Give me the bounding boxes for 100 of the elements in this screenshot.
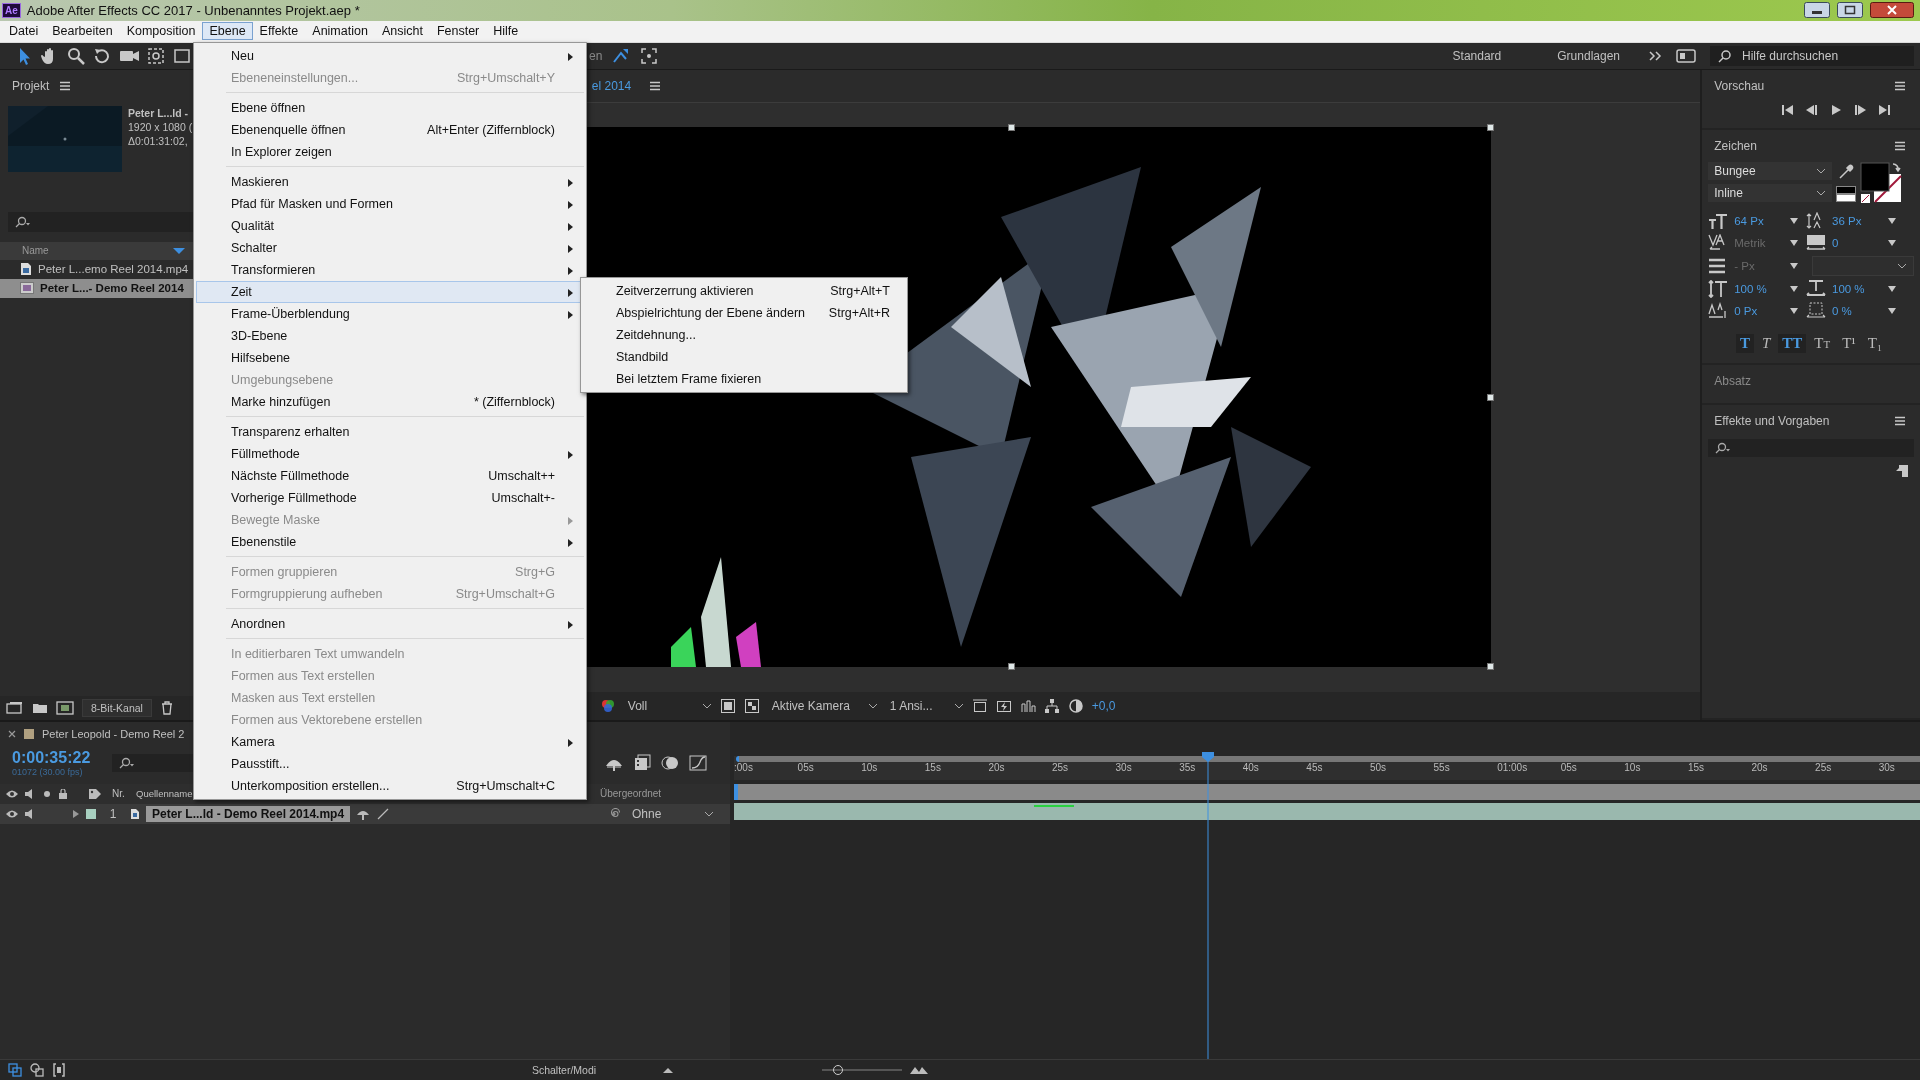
column-header[interactable]: Name <box>22 245 49 257</box>
panel-icon[interactable] <box>1676 48 1696 63</box>
panel-title[interactable]: Projekt <box>12 78 50 93</box>
dropdown-arrow-icon[interactable] <box>1790 239 1799 246</box>
menu-item[interactable]: Kamera <box>196 731 584 753</box>
text-format-button[interactable]: Tt <box>1810 333 1835 353</box>
frame-blending-icon[interactable] <box>632 754 652 772</box>
menu-bar-item[interactable]: Bearbeiten <box>45 22 120 41</box>
current-time[interactable]: 0:00:35:22 <box>12 749 112 767</box>
menu-item[interactable]: Anordnen <box>196 613 584 635</box>
trash-icon[interactable] <box>159 701 174 715</box>
timeline-tab[interactable]: Peter Leopold - Demo Reel 2 <box>42 728 185 740</box>
chevron-icon[interactable] <box>1648 49 1662 62</box>
chevron-down-icon[interactable] <box>867 703 878 709</box>
zoom-out-icon[interactable] <box>662 1066 674 1074</box>
zoom-icon[interactable] <box>66 45 86 66</box>
panel-title[interactable]: Effekte und Vorgaben <box>1714 413 1830 428</box>
font-style-dropdown[interactable]: Inline <box>1714 185 1743 200</box>
fast-preview-icon[interactable] <box>995 698 1012 714</box>
views-dropdown[interactable]: 1 Ansi... <box>885 697 946 715</box>
chart-icon[interactable] <box>1019 698 1036 714</box>
menu-bar-item[interactable]: Fenster <box>429 22 487 41</box>
last-frame-icon[interactable] <box>1877 103 1892 116</box>
parent-dropdown[interactable]: Ohne <box>626 807 698 821</box>
menu-item[interactable]: Frame-Überblendung <box>196 303 584 325</box>
help-search-field[interactable]: Hilfe durchsuchen <box>1710 45 1914 66</box>
chevron-down-icon[interactable] <box>953 703 964 709</box>
menu-item[interactable]: Zeitdehnung... <box>583 324 905 346</box>
resolution-dropdown[interactable]: Voll <box>623 697 694 715</box>
quality-slash-icon[interactable] <box>376 808 391 820</box>
solo-icon[interactable] <box>42 789 52 799</box>
close-icon[interactable] <box>1870 2 1914 19</box>
search-input[interactable]: Hilfe durchsuchen <box>1738 46 1910 65</box>
menu-icon[interactable] <box>1894 140 1906 151</box>
menu-item[interactable]: In Explorer zeigen <box>196 141 584 163</box>
dropdown-arrow-icon[interactable] <box>1888 239 1896 246</box>
chevron-down-icon[interactable] <box>704 811 714 817</box>
eyedropper-icon[interactable] <box>1838 163 1855 180</box>
bit-depth-button[interactable]: 8-Bit-Kanal <box>82 699 152 717</box>
project-item[interactable]: Peter L...- Demo Reel 2014 <box>0 278 193 298</box>
parameter-value[interactable]: 100 % <box>1832 282 1882 295</box>
panel-title[interactable]: Vorschau <box>1714 78 1765 93</box>
camera-dropdown[interactable]: Aktive Kamera <box>767 697 860 715</box>
dropdown-arrow-icon[interactable] <box>1790 307 1799 314</box>
menu-item[interactable]: Transparenz erhalten <box>196 421 584 443</box>
transform-handle[interactable] <box>1486 394 1494 402</box>
menu-bar-item[interactable]: Ansicht <box>374 22 430 41</box>
parameter-value[interactable]: 100 % <box>1734 282 1785 295</box>
composition-tab[interactable]: el 2014 <box>591 78 632 93</box>
chevron-down-icon[interactable] <box>1816 189 1827 196</box>
folder-icon[interactable] <box>32 701 48 715</box>
menu-item[interactable]: 3D-Ebene <box>196 325 584 347</box>
interpret-footage-icon[interactable] <box>6 701 24 715</box>
switches-modes-toggle[interactable]: Schalter/Modi <box>474 1064 654 1076</box>
graph-editor-icon[interactable] <box>688 754 708 772</box>
menu-item[interactable]: Qualität <box>196 215 584 237</box>
menu-item[interactable]: Unterkomposition erstellen... Strg+Umschalt+C <box>196 775 584 797</box>
dropdown-arrow-icon[interactable] <box>1888 307 1896 314</box>
text-format-button[interactable]: TT <box>1778 333 1807 353</box>
flowchart-icon[interactable] <box>1043 698 1060 714</box>
exposure-icon[interactable] <box>1067 698 1084 714</box>
parameter-value[interactable]: 64 Px <box>1734 214 1785 227</box>
transform-handle[interactable] <box>1486 663 1494 671</box>
pick-whip-icon[interactable] <box>608 808 620 820</box>
minimize-icon[interactable] <box>1804 2 1830 19</box>
eye-icon[interactable] <box>6 809 18 819</box>
menu-icon[interactable] <box>59 80 72 91</box>
menu-item[interactable]: Ebenenstile <box>196 531 584 553</box>
new-preset-icon[interactable] <box>1896 464 1908 477</box>
column-header[interactable]: Nr. <box>112 788 130 800</box>
text-format-button[interactable]: T¹ <box>1838 333 1860 353</box>
text-format-button[interactable]: T <box>1757 333 1775 353</box>
menu-item[interactable]: Schalter <box>196 237 584 259</box>
menu-item[interactable]: Transformieren <box>196 259 584 281</box>
menu-bar-item[interactable]: Datei <box>2 22 46 41</box>
menu-bar-item[interactable]: Hilfe <box>486 22 526 41</box>
menu-icon[interactable] <box>1894 80 1906 91</box>
transparency-grid-icon[interactable] <box>743 698 760 714</box>
next-frame-icon[interactable] <box>1853 103 1868 116</box>
menu-bar-item[interactable]: Animation <box>305 22 375 41</box>
column-header[interactable]: Übergeordnet <box>600 788 730 800</box>
bracket-icon[interactable] <box>52 1063 66 1077</box>
transform-handle[interactable] <box>1007 124 1015 132</box>
dropdown-arrow-icon[interactable] <box>1790 262 1799 269</box>
exposure-value[interactable]: +0,0 <box>1091 699 1116 713</box>
timeline-search-field[interactable] <box>112 754 196 772</box>
region-icon[interactable] <box>719 698 736 714</box>
snap-icon[interactable] <box>612 46 631 65</box>
parameter-value[interactable]: 36 Px <box>1832 214 1882 227</box>
overlap-icon[interactable] <box>30 1063 44 1077</box>
color-channels-icon[interactable] <box>599 698 616 714</box>
menu-item[interactable]: Pfad für Masken und Formen <box>196 193 584 215</box>
menu-item[interactable]: Bei letztem Frame fixieren <box>583 368 905 390</box>
project-item[interactable]: Peter L...emo Reel 2014.mp4 <box>0 259 193 279</box>
color-swatches-icon[interactable] <box>1860 161 1903 204</box>
column-header[interactable]: Quellenname <box>136 788 192 800</box>
menu-icon[interactable] <box>649 80 662 91</box>
new-composition-icon[interactable] <box>56 701 74 715</box>
sort-arrow-icon[interactable] <box>172 246 185 255</box>
menu-item[interactable]: Vorherige Füllmethode Umschalt+- <box>196 487 584 509</box>
